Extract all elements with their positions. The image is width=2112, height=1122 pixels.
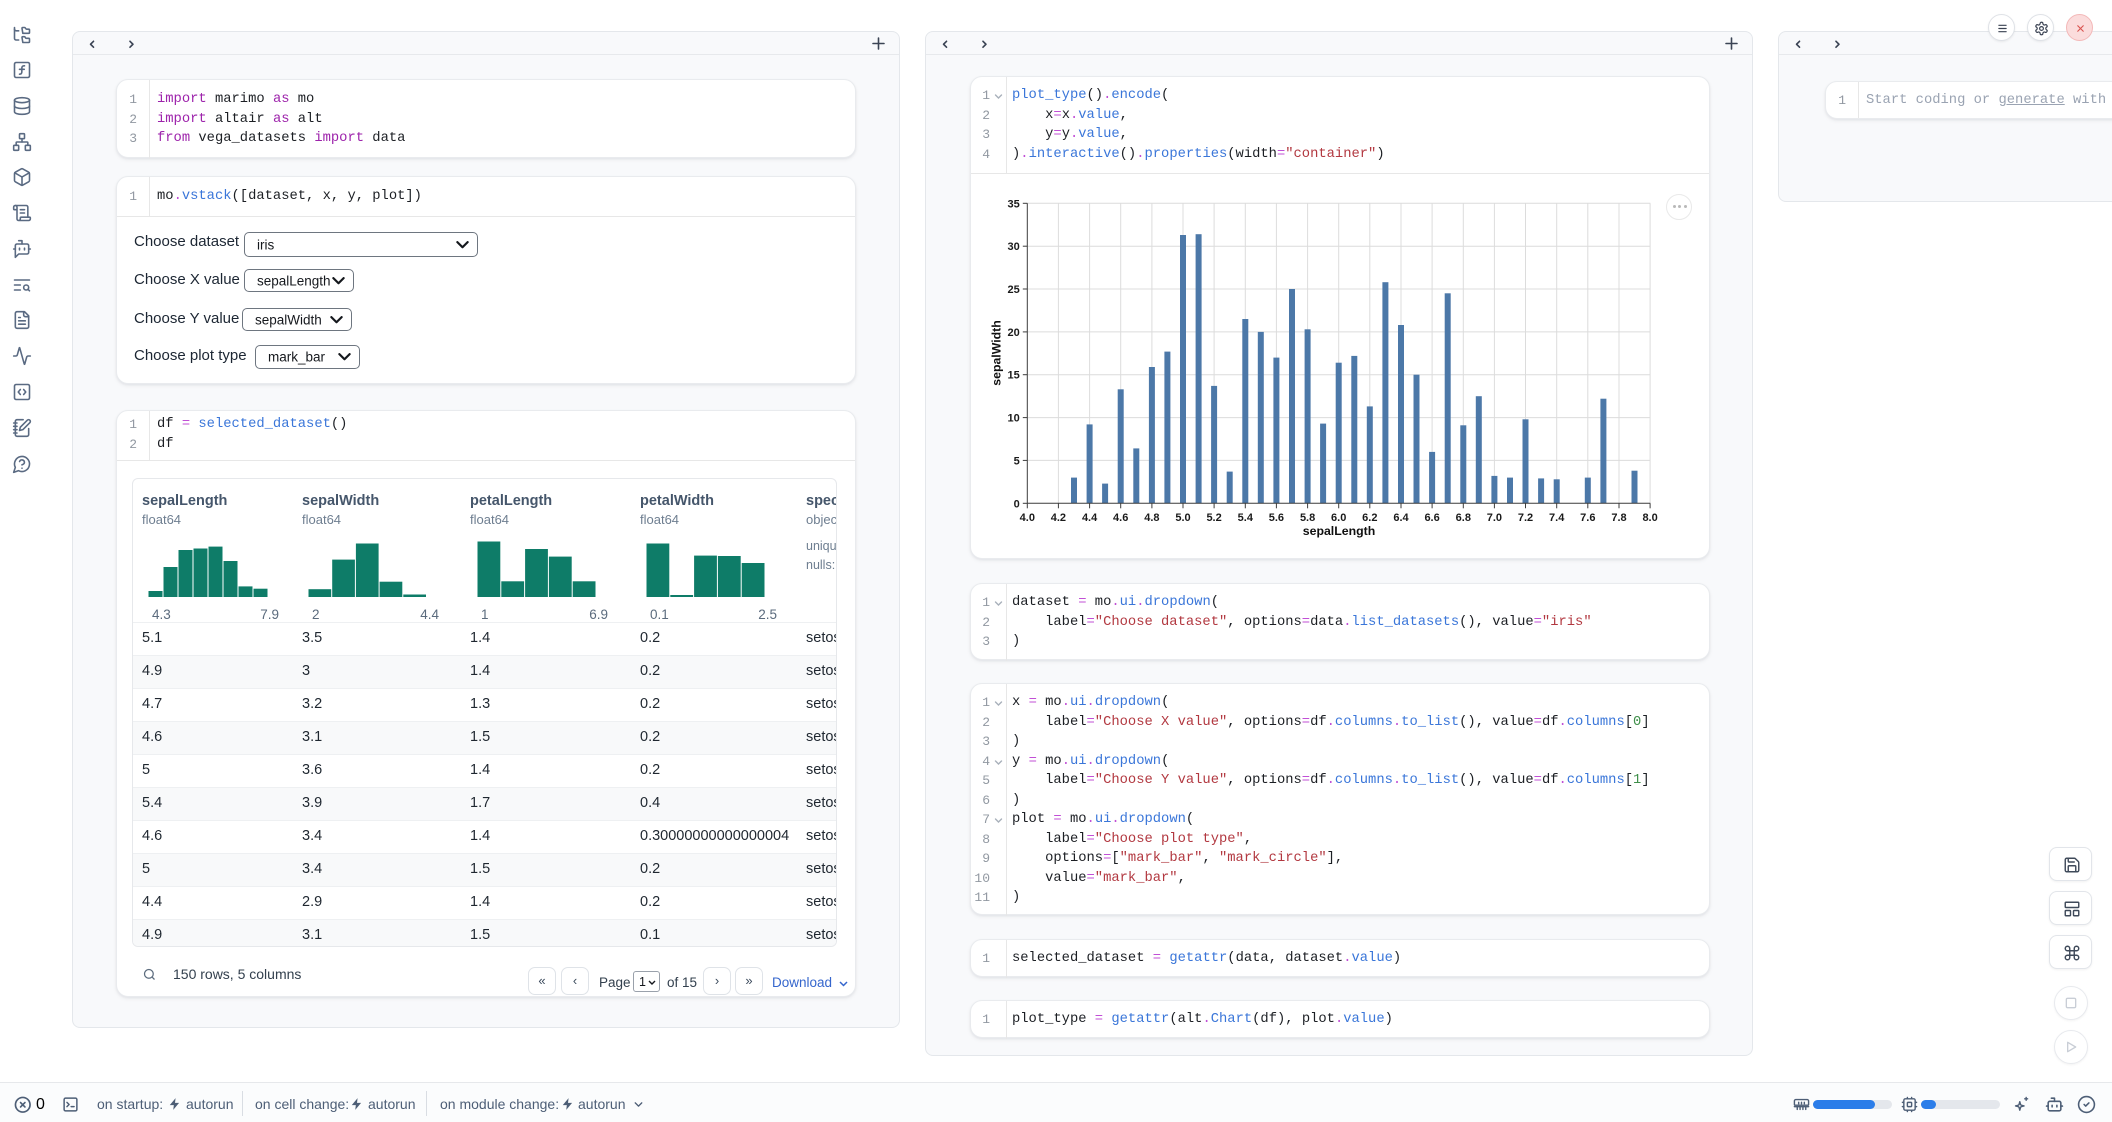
svg-text:0: 0	[1014, 498, 1020, 510]
svg-text:6.8: 6.8	[1456, 512, 1471, 524]
svg-text:4.0: 4.0	[1020, 512, 1035, 524]
svg-text:7.8: 7.8	[1611, 512, 1626, 524]
svg-text:sepalWidth: sepalWidth	[990, 320, 1004, 385]
svg-text:4.4: 4.4	[1082, 512, 1098, 524]
svg-text:7.2: 7.2	[1518, 512, 1533, 524]
svg-text:7.6: 7.6	[1580, 512, 1595, 524]
svg-text:25: 25	[1008, 284, 1020, 296]
svg-text:6.6: 6.6	[1424, 512, 1439, 524]
svg-text:sepalLength: sepalLength	[1303, 524, 1375, 538]
svg-text:4.8: 4.8	[1144, 512, 1159, 524]
svg-text:6.0: 6.0	[1331, 512, 1346, 524]
svg-text:30: 30	[1008, 241, 1020, 253]
svg-text:15: 15	[1008, 370, 1020, 382]
svg-text:10: 10	[1008, 413, 1020, 425]
svg-text:8.0: 8.0	[1642, 512, 1657, 524]
svg-text:5.0: 5.0	[1175, 512, 1190, 524]
svg-text:5.2: 5.2	[1206, 512, 1221, 524]
svg-text:7.4: 7.4	[1549, 512, 1565, 524]
svg-text:7.0: 7.0	[1487, 512, 1502, 524]
svg-text:35: 35	[1008, 198, 1020, 210]
svg-text:6.2: 6.2	[1362, 512, 1377, 524]
svg-text:6.4: 6.4	[1393, 512, 1409, 524]
svg-text:5.8: 5.8	[1300, 512, 1315, 524]
svg-text:4.6: 4.6	[1113, 512, 1128, 524]
svg-text:4.2: 4.2	[1051, 512, 1066, 524]
svg-text:20: 20	[1008, 327, 1020, 339]
svg-text:5: 5	[1014, 455, 1020, 467]
svg-text:5.6: 5.6	[1269, 512, 1284, 524]
svg-text:5.4: 5.4	[1238, 512, 1254, 524]
